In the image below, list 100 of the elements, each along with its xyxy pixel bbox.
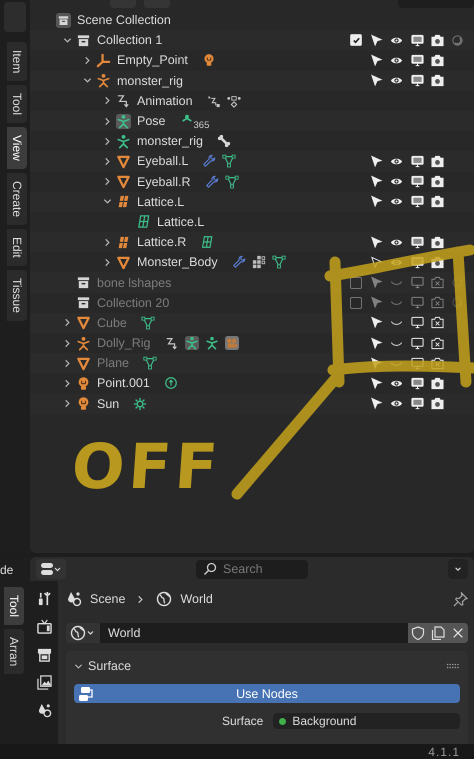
item-name[interactable]: Eyeball.R: [137, 174, 190, 189]
printer-icon[interactable]: [36, 647, 52, 662]
item-name[interactable]: Empty_Point: [117, 53, 188, 68]
camera-icon[interactable]: [431, 336, 444, 350]
item-name[interactable]: Collection 20: [97, 296, 170, 310]
circle-icon[interactable]: [451, 34, 464, 47]
triangle-icon[interactable]: [224, 174, 238, 189]
curve-icon[interactable]: [206, 94, 221, 108]
triangle-icon[interactable]: [142, 356, 157, 370]
monitor-icon[interactable]: [410, 397, 424, 410]
search-field[interactable]: Search: [196, 560, 308, 578]
camera-icon[interactable]: [431, 54, 444, 67]
camera-icon[interactable]: [431, 397, 444, 410]
figure-icon[interactable]: [184, 336, 198, 350]
cursor-arrow-icon[interactable]: [370, 154, 384, 168]
cursor-arrow-icon[interactable]: [370, 236, 384, 249]
shader-field[interactable]: Background: [273, 713, 460, 729]
sidebar-tab[interactable]: View: [7, 127, 27, 170]
monitor-icon[interactable]: [410, 195, 424, 208]
monitor-icon[interactable]: [410, 54, 424, 67]
monitor-icon[interactable]: [410, 236, 424, 249]
chevron-right-icon[interactable]: [102, 136, 112, 146]
camera-icon[interactable]: [431, 154, 444, 168]
use-nodes-button[interactable]: Use Nodes: [74, 684, 460, 703]
triangle-icon[interactable]: [140, 316, 155, 330]
menu-label[interactable]: de: [0, 557, 14, 583]
cursor-arrow-icon[interactable]: [370, 175, 384, 188]
item-name[interactable]: Monster_Body: [137, 255, 218, 270]
cursor-arrow-icon[interactable]: [370, 376, 384, 390]
monitor-icon[interactable]: [410, 336, 424, 350]
sidebar-tab[interactable]: Tissue: [7, 270, 27, 321]
item-name[interactable]: Collection 1: [97, 33, 162, 48]
grid-icon[interactable]: [200, 235, 214, 250]
chevron-right-icon[interactable]: [102, 96, 112, 106]
wrench-icon[interactable]: [232, 255, 246, 270]
item-name[interactable]: monster_rig: [117, 74, 183, 88]
sun-icon[interactable]: [133, 396, 148, 411]
sidebar-tab[interactable]: Edit: [7, 229, 27, 266]
cursor-arrow-icon[interactable]: [370, 54, 384, 67]
item-name[interactable]: Pose: [137, 114, 166, 128]
fake-user-button[interactable]: [408, 623, 428, 643]
bulb-icon[interactable]: [202, 53, 216, 68]
wrench-icon[interactable]: [204, 174, 218, 189]
item-name[interactable]: Eyeball.L: [137, 154, 188, 168]
dropdown-button[interactable]: [448, 559, 468, 579]
image-icon[interactable]: [36, 675, 52, 690]
item-name[interactable]: Sun: [97, 396, 120, 411]
curved-arrow-icon[interactable]: [164, 336, 178, 350]
scene-icon[interactable]: [36, 703, 52, 718]
cursor-arrow-icon[interactable]: [370, 336, 384, 350]
item-name[interactable]: Lattice.R: [137, 235, 186, 250]
camera-icon[interactable]: [431, 316, 444, 330]
sidebar-tab[interactable]: Item: [7, 42, 27, 82]
item-name[interactable]: Dolly_Rig: [97, 336, 150, 350]
chevron-right-icon[interactable]: [62, 318, 72, 328]
checkbox[interactable]: [350, 276, 362, 289]
item-name[interactable]: Point.001: [97, 376, 150, 390]
tool-icon[interactable]: [36, 591, 52, 606]
panel-title[interactable]: Surface: [88, 659, 132, 673]
tv-icon[interactable]: [36, 619, 52, 634]
nodes-icon[interactable]: [226, 94, 241, 108]
close-button[interactable]: [448, 623, 468, 643]
chevron-right-icon[interactable]: [62, 378, 72, 388]
monitor-icon[interactable]: [410, 175, 424, 188]
cursor-arrow-icon[interactable]: [370, 34, 384, 47]
chevron-right-icon[interactable]: [102, 258, 112, 267]
name-field[interactable]: World: [100, 623, 408, 643]
chevron-right-icon[interactable]: [82, 56, 92, 65]
chevron-down-icon[interactable]: [74, 662, 83, 670]
camera-icon[interactable]: [431, 236, 444, 249]
camera-icon[interactable]: [431, 34, 444, 47]
chevron-right-icon[interactable]: [62, 399, 72, 408]
chevron-down-icon[interactable]: [82, 76, 92, 86]
item-name[interactable]: Lattice.L: [157, 214, 204, 229]
item-name[interactable]: monster_rig: [137, 134, 203, 148]
grip-icon[interactable]: [446, 663, 460, 669]
item-name[interactable]: Lattice.L: [137, 194, 184, 209]
sidebar-tab[interactable]: Arran: [4, 629, 24, 674]
camera-icon[interactable]: [431, 175, 444, 188]
chevron-right-icon[interactable]: [102, 116, 112, 126]
breadcrumb-item[interactable]: Scene: [90, 592, 126, 606]
cursor-arrow-icon[interactable]: [370, 74, 384, 88]
item-name[interactable]: Animation: [137, 94, 193, 108]
sidebar-tab[interactable]: Tool: [4, 587, 24, 626]
triangle-icon[interactable]: [222, 154, 236, 168]
chevron-right-icon[interactable]: [62, 358, 72, 368]
chevron-right-icon[interactable]: [102, 238, 112, 247]
cursor-arrow-icon[interactable]: [370, 316, 384, 330]
camera-icon[interactable]: [431, 195, 444, 208]
triangle-icon[interactable]: [272, 255, 286, 270]
chevron-down-icon[interactable]: [62, 36, 72, 45]
monitor-icon[interactable]: [410, 34, 424, 47]
wrench-icon[interactable]: [202, 154, 216, 168]
checkbox[interactable]: [350, 296, 362, 309]
figure-icon[interactable]: [204, 336, 218, 350]
sidebar-tab[interactable]: Tool: [7, 85, 27, 124]
pin-icon[interactable]: [453, 592, 468, 606]
squares-icon[interactable]: [252, 255, 266, 270]
chevron-right-icon[interactable]: [102, 177, 112, 186]
camera-icon[interactable]: [431, 74, 444, 88]
